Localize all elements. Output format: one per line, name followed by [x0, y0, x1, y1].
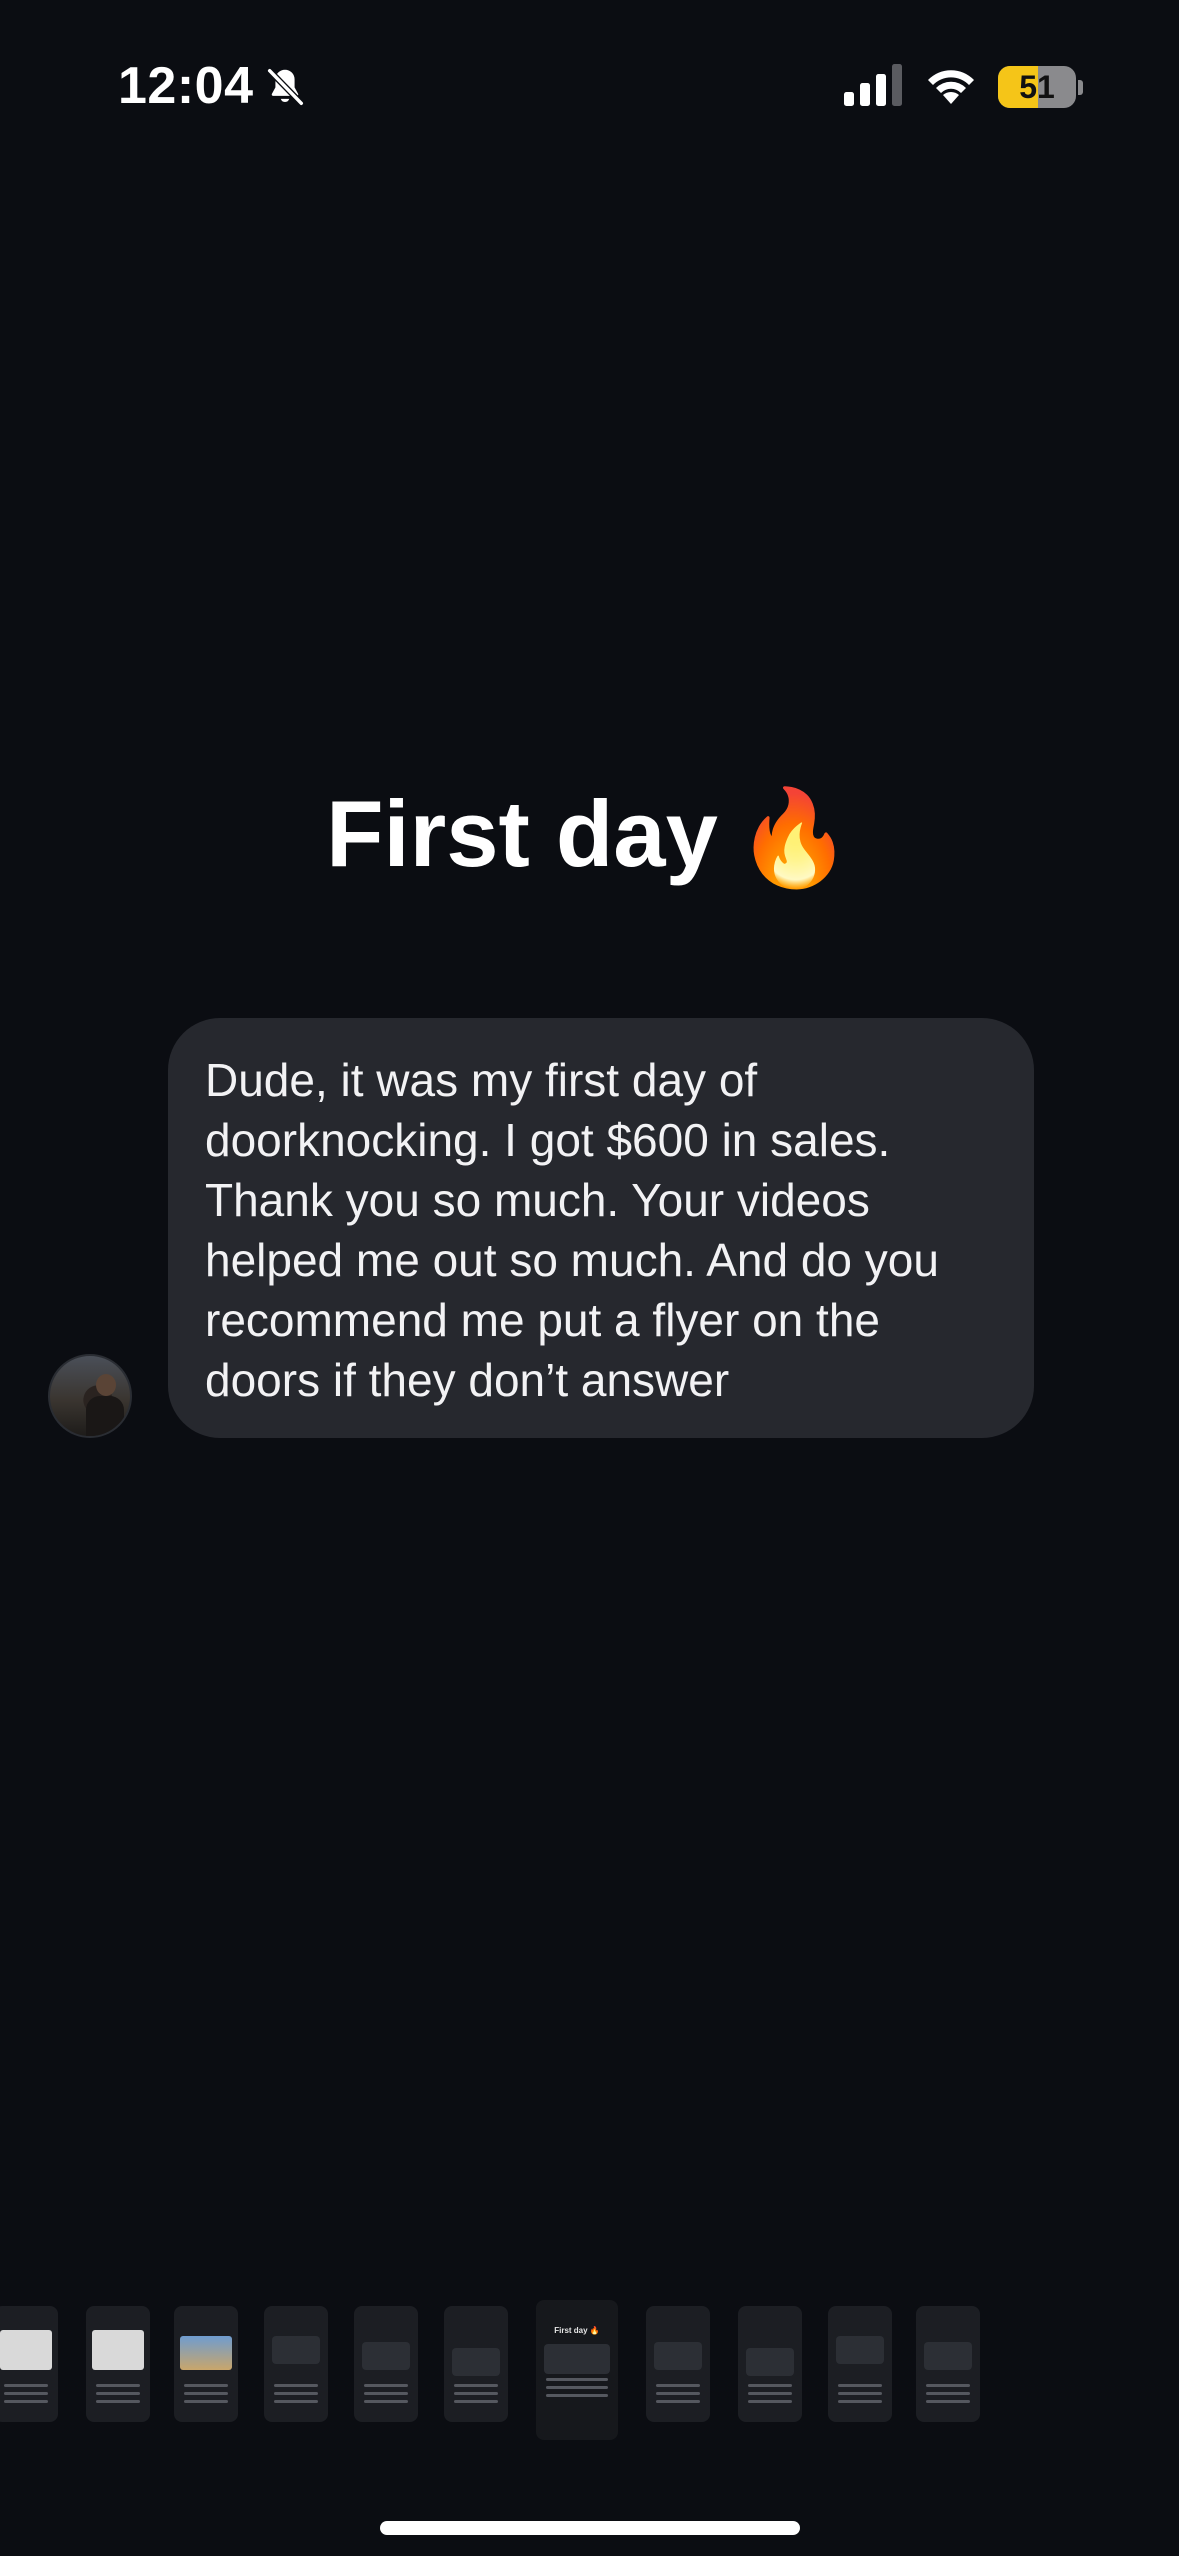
thumbnail-text-line [838, 2400, 882, 2403]
thumbnail-text-line [926, 2400, 970, 2403]
story-thumbnail[interactable] [174, 2306, 238, 2422]
thumbnail-text-line [364, 2392, 408, 2395]
story-thumbnail[interactable] [646, 2306, 710, 2422]
thumbnail-message-preview [654, 2342, 702, 2370]
message-bubble[interactable]: Dude, it was my first day of doorknockin… [168, 1018, 1034, 1438]
thumbnail-text-line [454, 2384, 498, 2387]
thumbnail-text-line [364, 2400, 408, 2403]
thumbnail-message-preview [362, 2342, 410, 2370]
story-thumbnail[interactable] [916, 2306, 980, 2422]
story-thumbnail-label: First day 🔥 [554, 2326, 600, 2335]
thumbnail-text-line [926, 2384, 970, 2387]
thumbnail-text-line [96, 2400, 140, 2403]
story-title: First day 🔥 [0, 780, 1179, 893]
thumbnail-text-line [96, 2384, 140, 2387]
thumbnail-text-line [748, 2384, 792, 2387]
thumbnail-text-line [546, 2394, 608, 2397]
thumbnail-text-line [274, 2384, 318, 2387]
thumbnail-photo [92, 2330, 144, 2370]
thumbnail-text-line [454, 2400, 498, 2403]
thumbnail-message-preview [746, 2348, 794, 2376]
thumbnail-text-line [656, 2384, 700, 2387]
thumbnail-photo [0, 2330, 52, 2370]
thumbnail-text-line [454, 2392, 498, 2395]
thumbnail-text-line [748, 2400, 792, 2403]
message-text: Dude, it was my first day of doorknockin… [205, 1054, 939, 1406]
battery-icon: 51 [998, 66, 1076, 108]
thumbnail-text-line [184, 2400, 228, 2403]
thumbnail-message-preview [452, 2348, 500, 2376]
thumbnail-message-preview [544, 2344, 610, 2374]
battery-cap [1078, 80, 1083, 95]
thumbnail-text-line [4, 2384, 48, 2387]
thumbnail-text-line [4, 2400, 48, 2403]
story-thumbnail-strip[interactable]: First day 🔥 [0, 2300, 1179, 2450]
story-thumbnail[interactable] [444, 2306, 508, 2422]
story-thumbnail-active[interactable]: First day 🔥 [536, 2300, 618, 2440]
battery-level: 51 [1019, 69, 1055, 105]
bell-slash-icon [266, 67, 305, 107]
status-time: 12:04 [118, 57, 254, 115]
thumbnail-text-line [96, 2392, 140, 2395]
story-thumbnail[interactable] [354, 2306, 418, 2422]
thumbnail-text-line [274, 2392, 318, 2395]
thumbnail-message-preview [836, 2336, 884, 2364]
thumbnail-text-line [184, 2392, 228, 2395]
story-title-text: First day [326, 781, 718, 886]
story-thumbnail[interactable] [828, 2306, 892, 2422]
story-thumbnail[interactable] [738, 2306, 802, 2422]
thumbnail-message-preview [924, 2342, 972, 2370]
thumbnail-text-line [4, 2392, 48, 2395]
story-thumbnail[interactable] [264, 2306, 328, 2422]
thumbnail-text-line [838, 2384, 882, 2387]
thumbnail-text-line [656, 2392, 700, 2395]
thumbnail-text-line [546, 2386, 608, 2389]
wifi-icon [928, 70, 974, 104]
thumbnail-photo [180, 2336, 232, 2370]
thumbnail-text-line [748, 2392, 792, 2395]
home-indicator[interactable] [380, 2521, 800, 2535]
thumbnail-text-line [274, 2400, 318, 2403]
thumbnail-text-line [656, 2400, 700, 2403]
thumbnail-message-preview [272, 2336, 320, 2364]
thumbnail-text-line [364, 2384, 408, 2387]
fire-emoji: 🔥 [735, 785, 853, 890]
status-bar: 12:04 51 [0, 0, 1179, 170]
thumbnail-text-line [838, 2392, 882, 2395]
cellular-signal-icon [844, 64, 902, 106]
story-thumbnail[interactable] [86, 2306, 150, 2422]
avatar-head [96, 1374, 116, 1396]
thumbnail-text-line [926, 2392, 970, 2395]
thumbnail-text-line [184, 2384, 228, 2387]
thumbnail-text-line [546, 2378, 608, 2381]
avatar-body [86, 1396, 124, 1436]
sender-avatar[interactable] [48, 1354, 132, 1438]
story-thumbnail[interactable] [0, 2306, 58, 2422]
